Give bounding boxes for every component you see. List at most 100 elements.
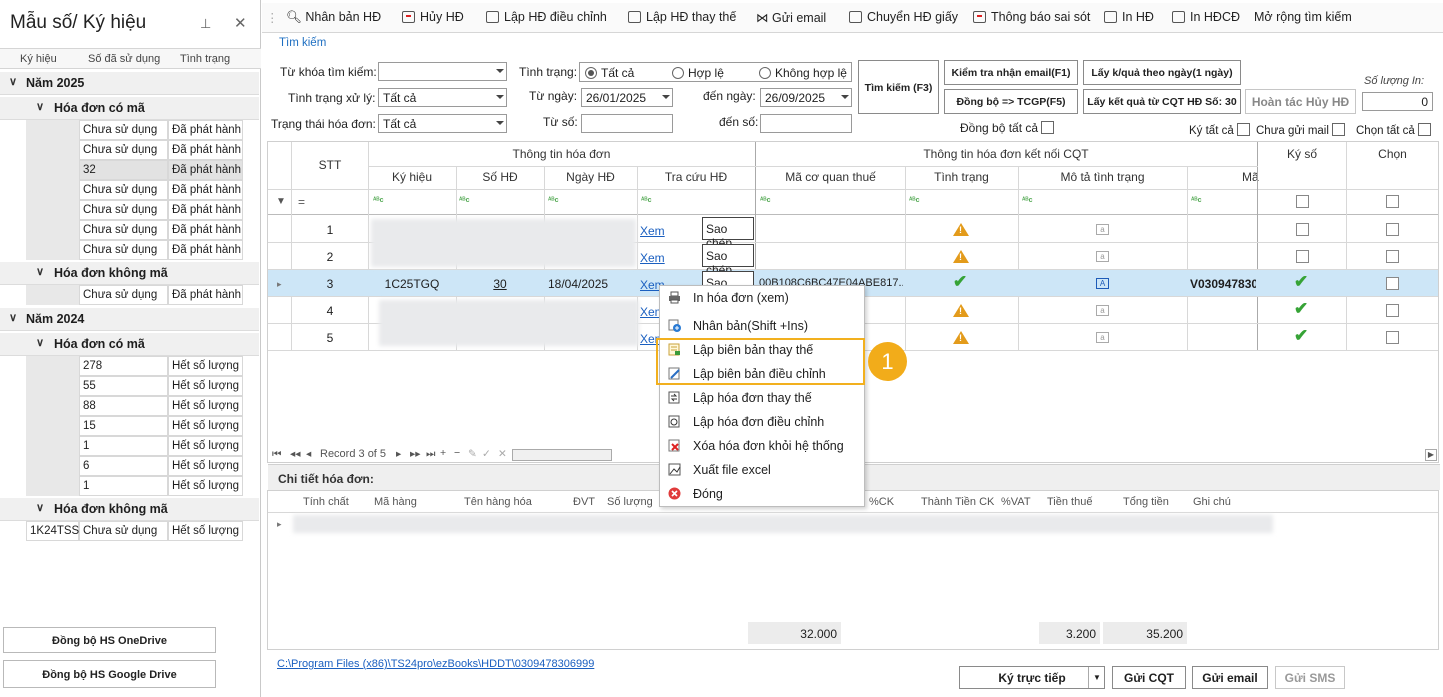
undo-cancel-button[interactable]: Hoàn tác Hủy HĐ — [1245, 89, 1356, 114]
radio-valid[interactable]: Hợp lệ — [672, 66, 724, 80]
sign-direct-button[interactable]: Ký trực tiếp ▼ — [959, 666, 1105, 689]
list-item[interactable]: 55 Hết số lượng — [26, 376, 243, 396]
col-quantity[interactable]: Số lượng — [607, 496, 653, 508]
text-filter-icon[interactable]: ᴬᴮc — [373, 197, 383, 204]
process-status-select[interactable]: Tất cả — [378, 88, 507, 107]
text-filter-icon[interactable]: ᴬᴮc — [909, 197, 919, 204]
send-email-button[interactable]: ⋈ Gửi email — [756, 10, 826, 25]
sync-tcgp-button[interactable]: Đồng bộ => TCGP(F5) — [944, 89, 1078, 114]
chevron-down-icon[interactable]: ∨ — [9, 75, 17, 88]
prev-record-icon[interactable]: ◂ — [306, 448, 311, 460]
chevron-down-icon[interactable]: ∨ — [36, 265, 44, 278]
print-converted-button[interactable]: In HĐCĐ — [1172, 10, 1240, 24]
remove-icon[interactable]: − — [454, 447, 460, 459]
search-button[interactable]: Tìm kiếm (F3) — [858, 60, 939, 114]
col-status[interactable]: Tình trạng — [905, 170, 1018, 184]
col-tax-amount[interactable]: Tiền thuế — [1047, 496, 1092, 508]
col-discount-pct[interactable]: %CK — [869, 496, 894, 508]
not-sent-checkbox[interactable] — [1332, 123, 1346, 136]
description-icon[interactable]: a — [1096, 332, 1109, 343]
view-link[interactable]: Xem — [640, 224, 665, 238]
select-filter-checkbox[interactable] — [1386, 195, 1399, 208]
sign-all-checkbox[interactable] — [1236, 123, 1250, 136]
col-vat-pct[interactable]: %VAT — [1001, 496, 1031, 508]
adjust-invoice-button[interactable]: Lập HĐ điều chỉnh — [486, 10, 607, 24]
description-icon[interactable]: a — [1096, 305, 1109, 316]
filter-icon[interactable]: ▼ — [276, 196, 286, 207]
chevron-down-icon[interactable]: ∨ — [9, 311, 17, 324]
next-record-icon[interactable]: ▸ — [396, 448, 401, 460]
chevron-down-icon[interactable] — [496, 69, 504, 73]
col-tax-code[interactable]: Mã cơ quan thuế — [756, 170, 905, 184]
list-item[interactable]: Chưa sử dụng Đã phát hành — [26, 120, 243, 140]
chevron-down-icon[interactable]: ∨ — [36, 100, 44, 113]
send-email-button[interactable]: Gửi email — [1192, 666, 1268, 689]
list-item[interactable]: Chưa sử dụng Đã phát hành — [26, 240, 243, 260]
col-status[interactable]: Tình trạng — [180, 53, 230, 65]
pin-icon[interactable]: ⊥ — [200, 16, 211, 32]
check-email-button[interactable]: Kiểm tra nhận email(F1) — [944, 60, 1078, 85]
print-invoice-button[interactable]: In HĐ — [1104, 10, 1154, 24]
group-2025-with-code[interactable]: ∨ Hóa đơn có mã — [0, 97, 259, 120]
invoice-status-select[interactable]: Tất cả — [378, 114, 507, 133]
select-checkbox[interactable] — [1386, 304, 1399, 317]
to-date-input[interactable]: 26/09/2025 — [760, 88, 852, 107]
menu-duplicate[interactable]: Nhân bản(Shift +Ins) — [660, 314, 864, 338]
chevron-down-icon[interactable] — [496, 95, 504, 99]
list-item[interactable]: 1 Hết số lượng — [26, 436, 243, 456]
select-all-checkbox[interactable] — [1418, 123, 1432, 136]
copy-button[interactable]: Sao chép — [702, 217, 754, 250]
list-item[interactable]: Chưa sử dụng Đã phát hành — [26, 285, 243, 305]
menu-close[interactable]: Đóng — [660, 482, 864, 506]
list-item[interactable]: Chưa sử dụng Đã phát hành — [26, 200, 243, 220]
row-invoice-no[interactable]: 30 — [456, 277, 544, 291]
close-icon[interactable]: ✕ — [234, 14, 247, 32]
list-item[interactable]: Chưa sử dụng Đã phát hành — [26, 180, 243, 200]
scroll-right-icon[interactable]: ▶ — [1425, 449, 1437, 461]
sync-all-checkbox[interactable] — [1041, 121, 1055, 134]
list-item[interactable]: 6 Hết số lượng — [26, 456, 243, 476]
menu-replace-invoice[interactable]: Lập hóa đơn thay thế — [660, 386, 864, 410]
description-icon[interactable]: a — [1096, 224, 1109, 235]
col-unit[interactable]: ĐVT — [573, 496, 595, 508]
chevron-down-icon[interactable] — [841, 95, 849, 99]
chevron-down-icon[interactable] — [496, 121, 504, 125]
col-symbol[interactable]: Ký hiệu — [368, 170, 456, 184]
replace-invoice-button[interactable]: Lập HĐ thay thế — [628, 10, 736, 24]
add-icon[interactable]: + — [440, 447, 446, 459]
view-link[interactable]: Xem — [640, 251, 665, 265]
from-date-input[interactable]: 26/01/2025 — [581, 88, 673, 107]
last-record-icon[interactable]: ⏭ — [426, 448, 435, 461]
description-icon[interactable]: A — [1096, 278, 1109, 289]
select-header[interactable]: Chọn — [1347, 147, 1438, 161]
error-notice-button[interactable]: Thông báo sai sót — [973, 10, 1090, 24]
list-item[interactable]: 1K24TSS Chưa sử dụng Hết số lượng — [26, 521, 243, 541]
list-item[interactable]: 1 Hết số lượng — [26, 476, 243, 496]
group-year-2024[interactable]: ∨ Năm 2024 — [0, 308, 259, 331]
copy-button[interactable]: Sao chép — [702, 244, 754, 277]
col-code[interactable]: Mã — [1242, 170, 1259, 184]
col-property[interactable]: Tính chất — [303, 496, 349, 508]
sync-onedrive-button[interactable]: Đồng bộ HS OneDrive — [3, 627, 216, 653]
send-sms-button[interactable]: Gửi SMS — [1275, 666, 1345, 689]
col-item-code[interactable]: Mã hàng — [374, 496, 417, 508]
sign-checkbox[interactable] — [1296, 223, 1309, 236]
duplicate-invoice-button[interactable]: 🔍︎ Nhân bản HĐ — [286, 10, 381, 25]
text-filter-icon[interactable]: ᴬᴮc — [760, 197, 770, 204]
group-2024-with-code[interactable]: ∨ Hóa đơn có mã — [0, 333, 259, 356]
select-checkbox[interactable] — [1386, 250, 1399, 263]
expand-search-button[interactable]: Mở rộng tìm kiếm — [1254, 10, 1352, 24]
col-status-desc[interactable]: Mô tả tình trạng — [1018, 170, 1187, 184]
folder-path-link[interactable]: C:\Program Files (x86)\TS24pro\ezBooks\H… — [277, 658, 594, 670]
list-item[interactable]: Chưa sử dụng Đã phát hành — [26, 140, 243, 160]
chevron-down-icon[interactable]: ∨ — [36, 336, 44, 349]
list-item[interactable]: 88 Hết số lượng — [26, 396, 243, 416]
sign-all-label[interactable]: Ký tất cả — [1189, 123, 1250, 137]
col-discount-amount[interactable]: Thành Tiền CK — [921, 496, 994, 508]
stt-header[interactable]: STT — [292, 158, 368, 172]
first-record-icon[interactable]: ⏮ — [272, 448, 281, 461]
text-filter-icon[interactable]: ᴬᴮc — [459, 197, 469, 204]
col-note[interactable]: Ghi chú — [1193, 496, 1231, 508]
col-lookup[interactable]: Tra cứu HĐ — [637, 170, 755, 184]
list-item[interactable]: 32 Đã phát hành — [26, 160, 243, 180]
